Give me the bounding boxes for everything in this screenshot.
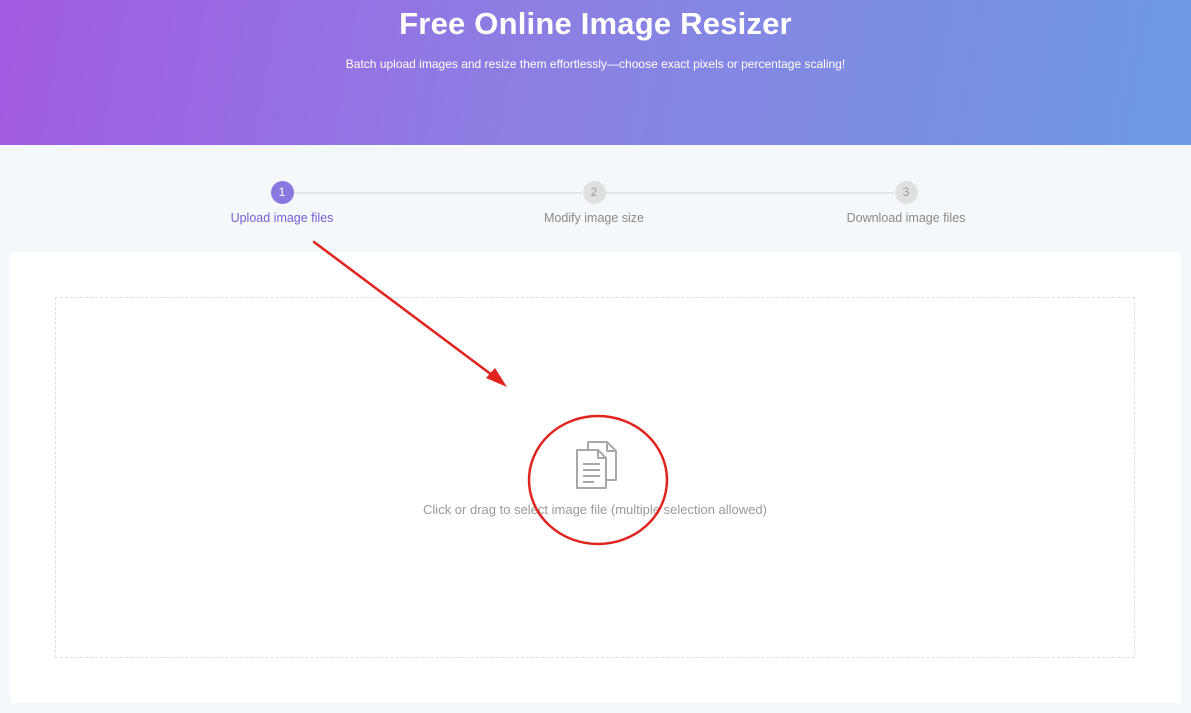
upload-card: Click or drag to select image file (mult…: [10, 252, 1181, 703]
page-title: Free Online Image Resizer: [399, 6, 792, 41]
hero-banner: Free Online Image Resizer Batch upload i…: [0, 0, 1191, 145]
file-dropzone[interactable]: Click or drag to select image file (mult…: [55, 297, 1135, 658]
step-number: 2: [582, 181, 606, 204]
step-upload: 1 Upload image files: [182, 181, 382, 226]
step-download: 3 Download image files: [806, 181, 1006, 226]
step-number: 3: [894, 181, 918, 204]
progress-steps: 1 Upload image files 2 Modify image size…: [0, 145, 1191, 245]
step-label: Download image files: [846, 211, 966, 225]
step-label: Upload image files: [230, 211, 334, 225]
page-subtitle: Batch upload images and resize them effo…: [345, 57, 846, 71]
dropzone-instruction: Click or drag to select image file (mult…: [423, 502, 767, 517]
step-number: 1: [270, 181, 294, 204]
documents-icon: [576, 441, 617, 489]
step-modify: 2 Modify image size: [494, 181, 694, 226]
step-label: Modify image size: [543, 211, 645, 225]
